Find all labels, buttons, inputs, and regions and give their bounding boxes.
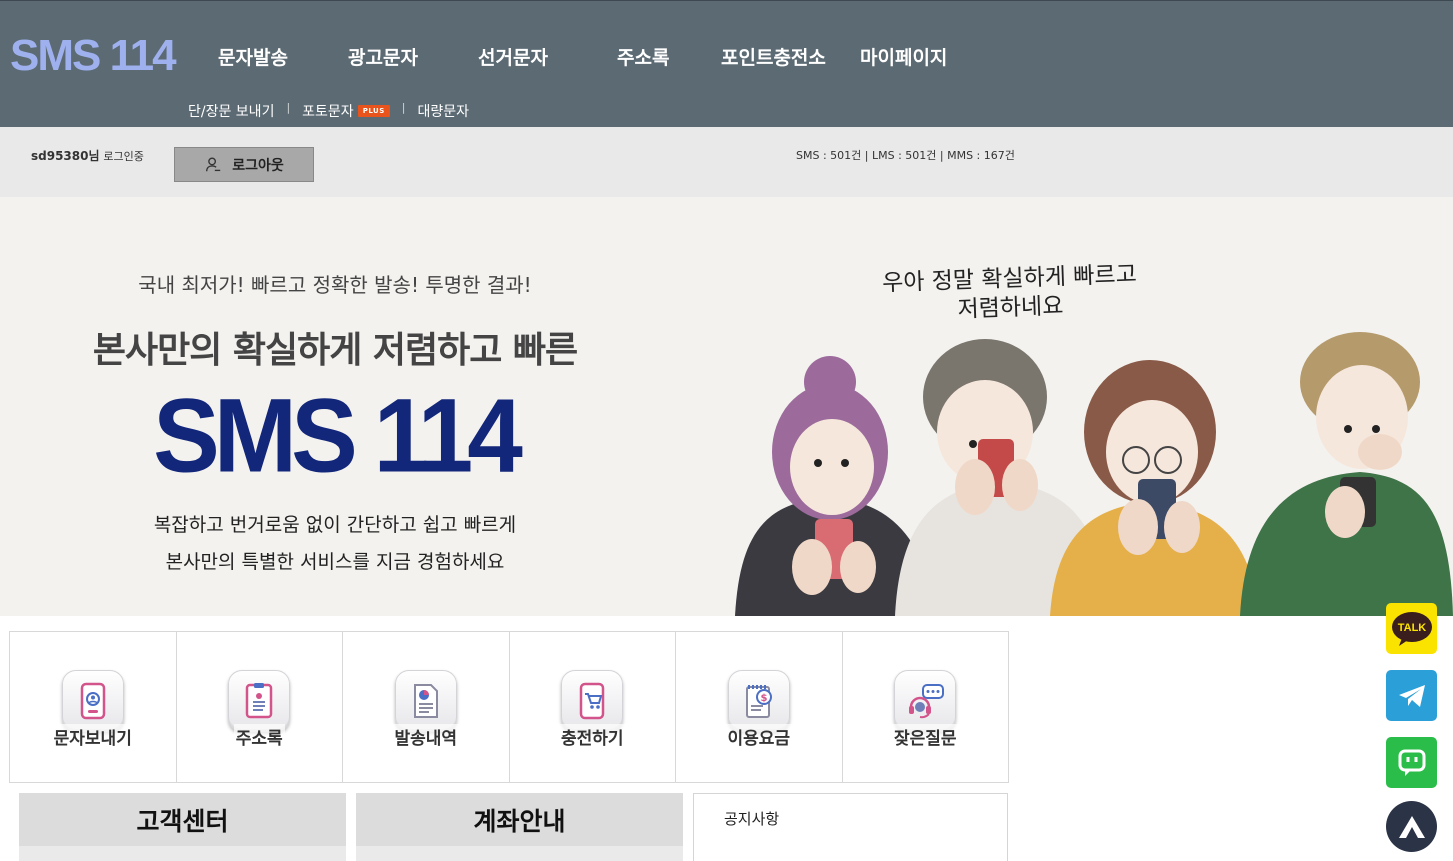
quick-faq[interactable]: 잦은질문	[843, 632, 1009, 782]
notice-title[interactable]: 공지사항	[724, 808, 779, 829]
talk-label: TALK	[1397, 622, 1426, 634]
nav-point-charge[interactable]: 포인트충전소	[721, 43, 826, 70]
nav-election-message[interactable]: 선거문자	[478, 43, 548, 70]
account-info-title: 계좌안내	[356, 793, 683, 846]
user-id: sd95380님	[31, 149, 100, 163]
support-headset-icon	[894, 670, 957, 732]
quick-send-history[interactable]: 발송내역	[343, 632, 510, 782]
subnav-photo-label: 포토문자	[302, 104, 354, 120]
nav-send-message[interactable]: 문자발송	[218, 43, 288, 70]
quick-charge[interactable]: 충전하기	[510, 632, 676, 782]
hero-brand-logo: SMS 114	[153, 377, 523, 495]
account-info-panel: 계좌안내	[356, 793, 683, 861]
subnav-divider: |	[401, 100, 406, 114]
nav-address-book[interactable]: 주소록	[617, 43, 669, 70]
site-logo[interactable]: SMS 114	[10, 31, 177, 81]
plus-badge: PLUS	[357, 105, 390, 117]
login-state-text: 로그인중	[103, 150, 144, 163]
quick-pricing[interactable]: $ 이용요금	[676, 632, 843, 782]
user-status-bar: sd95380님 로그인중 로그아웃 SMS : 501건 | LMS : 50…	[0, 127, 1453, 197]
panel-body	[19, 846, 346, 861]
message-balance: SMS : 501건 | LMS : 501건 | MMS : 167건	[796, 149, 1015, 162]
customer-center-panel: 고객센터	[19, 793, 346, 861]
quick-menu-label: 충전하기	[558, 724, 626, 749]
person-3	[1050, 360, 1260, 616]
panel-body	[356, 846, 683, 861]
subnav-divider: |	[286, 100, 291, 114]
speech-bubble-text: 우아 정말 확실하게 빠르고 저렴하네요	[849, 259, 1171, 328]
kakao-talk-button[interactable]: TALK	[1386, 603, 1437, 654]
quick-menu: 문자보내기 주소록 발송내역 충전하기 $ 이용요금 잦은질문	[9, 631, 1009, 783]
quick-address-book[interactable]: 주소록	[177, 632, 343, 782]
price-note-icon: $	[727, 670, 790, 732]
subnav-bulk-message[interactable]: 대량문자	[418, 101, 470, 121]
hero-subtitle: 국내 최저가! 빠르고 정확한 발송! 투명한 결과!	[138, 273, 532, 297]
subnav-photo-message[interactable]: 포토문자 PLUS	[302, 101, 390, 121]
logout-button[interactable]: 로그아웃	[174, 147, 314, 182]
telegram-icon	[1398, 684, 1425, 707]
arrow-up-icon	[1398, 815, 1425, 838]
kakao-talk-icon: TALK	[1391, 611, 1432, 646]
notice-panel: 공지사항	[693, 793, 1008, 861]
svg-text:$: $	[760, 693, 767, 704]
quick-menu-label: 주소록	[233, 724, 285, 749]
chat-bubble-icon	[1398, 749, 1425, 776]
subnav-short-long-message[interactable]: 단/장문 보내기	[188, 101, 274, 121]
hero-description: 복잡하고 번거로움 없이 간단하고 쉽고 빠르게 본사만의 특별한 서비스를 지…	[0, 507, 670, 581]
sub-nav: 단/장문 보내기 | 포토문자 PLUS | 대량문자	[188, 101, 469, 121]
quick-menu-label: 발송내역	[392, 724, 460, 749]
nav-ad-message[interactable]: 광고문자	[348, 43, 418, 70]
hero-title: 본사만의 확실하게 저렴하고 빠른	[92, 330, 578, 371]
quick-send-message[interactable]: 문자보내기	[10, 632, 177, 782]
customer-center-title: 고객센터	[19, 793, 346, 846]
hero-banner: 국내 최저가! 빠르고 정확한 발송! 투명한 결과! 본사만의 확실하게 저렴…	[0, 197, 1453, 616]
scroll-top-button[interactable]	[1386, 801, 1437, 852]
address-book-icon	[228, 670, 291, 732]
login-status: sd95380님 로그인중	[31, 147, 144, 164]
phone-message-icon	[61, 670, 124, 732]
chat-button[interactable]	[1386, 737, 1437, 788]
user-icon	[206, 156, 221, 171]
person-4	[1240, 332, 1453, 616]
people-with-phones-illustration	[735, 332, 1453, 616]
hero-description-line: 복잡하고 번거로움 없이 간단하고 쉽고 빠르게	[153, 514, 517, 536]
logout-label: 로그아웃	[232, 157, 284, 174]
phone-cart-icon	[561, 670, 624, 732]
nav-my-page[interactable]: 마이페이지	[860, 43, 947, 70]
hero-description-line: 본사만의 특별한 서비스를 지금 경험하세요	[165, 551, 505, 573]
telegram-button[interactable]	[1386, 670, 1437, 721]
quick-menu-label: 잦은질문	[891, 724, 959, 749]
quick-menu-label: 이용요금	[725, 724, 793, 749]
top-header: SMS 114 문자발송 광고문자 선거문자 주소록 포인트충전소 마이페이지 …	[0, 0, 1453, 127]
quick-menu-label: 문자보내기	[51, 724, 134, 749]
document-chart-icon	[394, 670, 457, 732]
